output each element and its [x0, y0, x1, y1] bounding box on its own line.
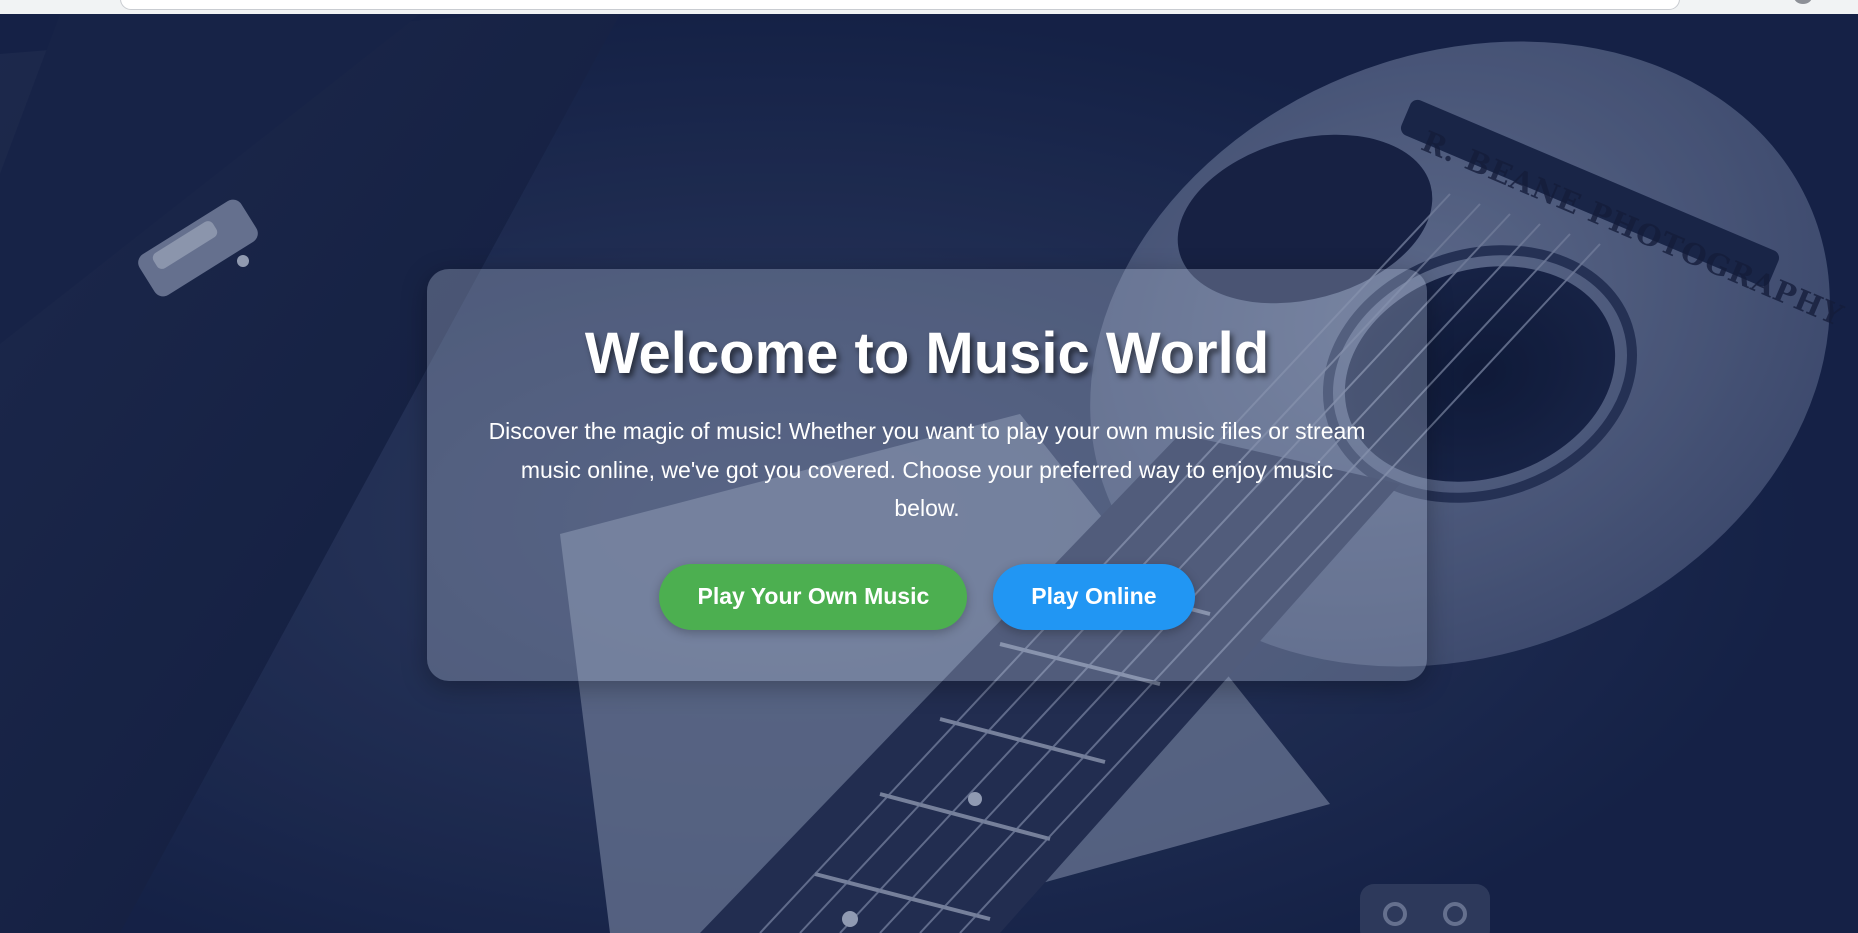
hero-section: R. BEANE PHOTOGRAPHY Welcome to Music Wo…: [0, 14, 1858, 933]
profile-avatar-icon[interactable]: [1794, 0, 1812, 4]
welcome-description: Discover the magic of music! Whether you…: [488, 418, 1366, 521]
action-buttons: Play Your Own Music Play Online: [427, 563, 1427, 630]
page-title: Welcome to Music World: [584, 321, 1270, 386]
address-bar[interactable]: [120, 0, 1680, 10]
play-own-music-button[interactable]: Play Your Own Music: [659, 563, 968, 630]
browser-top-strip: [0, 0, 1858, 14]
welcome-card: Welcome to Music World Discover the magi…: [427, 269, 1427, 681]
play-online-button[interactable]: Play Online: [993, 563, 1195, 630]
